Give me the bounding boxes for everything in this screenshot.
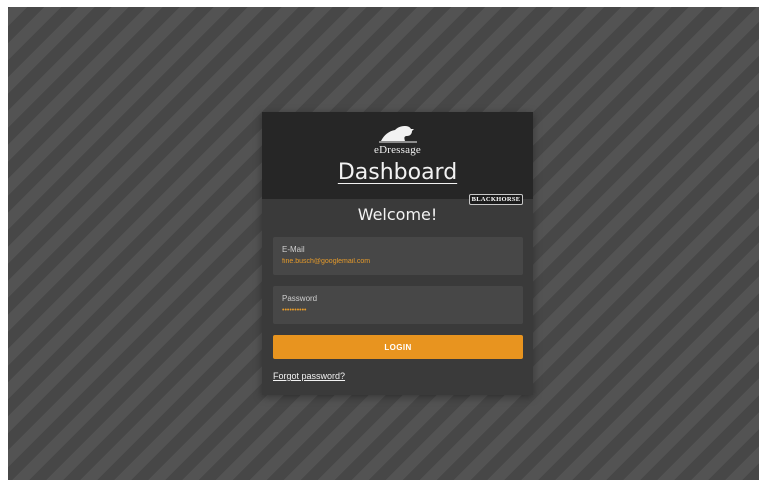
page-title: Dashboard [337, 160, 458, 185]
horse-head-logo-icon [378, 125, 418, 143]
welcome-heading: Welcome! [357, 205, 438, 224]
login-card: eDressage Dashboard BLACKHORSE Welcome! … [262, 112, 533, 395]
login-button[interactable]: LOGIN [273, 335, 523, 359]
logo-wordmark: eDressage [374, 144, 421, 156]
password-label: Password [282, 294, 318, 303]
email-input[interactable] [282, 258, 514, 265]
card-header: eDressage Dashboard [262, 112, 533, 199]
password-input[interactable] [282, 307, 514, 314]
forgot-password-link[interactable]: Forgot password? [273, 371, 345, 381]
email-field[interactable]: E-Mail [273, 237, 523, 275]
email-label: E-Mail [282, 245, 305, 254]
background: eDressage Dashboard BLACKHORSE Welcome! … [8, 7, 759, 480]
password-field[interactable]: Password [273, 286, 523, 324]
brand-badge: BLACKHORSE [469, 194, 523, 205]
